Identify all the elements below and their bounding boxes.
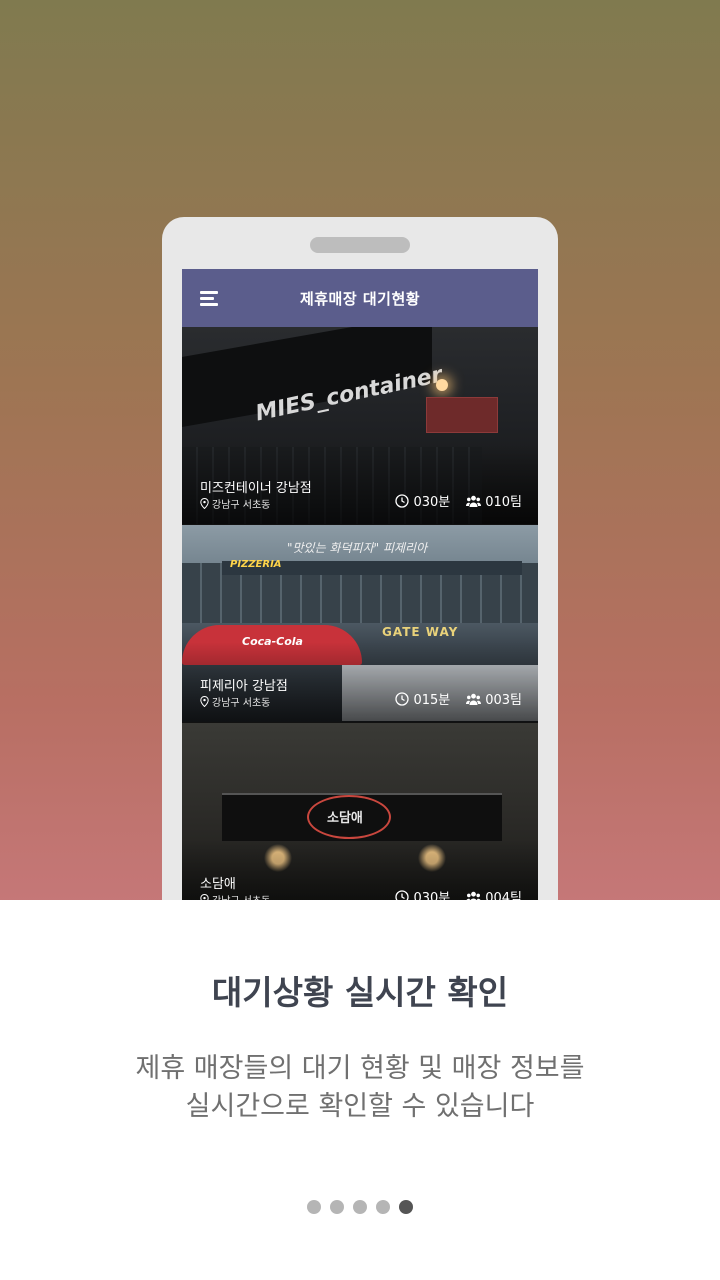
store-location: 강남구 서초동 — [200, 694, 270, 709]
intro-panel: 대기상황 실시간 확인 제휴 매장들의 대기 현황 및 매장 정보를 실시간으로… — [0, 900, 720, 1280]
phone-mockup: 제휴매장 대기현황 MIES_container 미즈컨테이너 강남점 강남구 … — [162, 217, 558, 937]
store-wait-stats: 030분 010팀 — [395, 491, 522, 510]
intro-description-line: 실시간으로 확인할 수 있습니다 — [185, 1091, 535, 1122]
store-wait-stats: 015분 003팀 — [395, 689, 522, 708]
waiting-teams: 010팀 — [485, 495, 522, 510]
page-dot[interactable] — [353, 1200, 367, 1214]
store-card[interactable]: "맛있는 화덕피자" 피제리아 PIZZERIA GATE WAY Coca-C… — [182, 525, 538, 723]
page-dot[interactable] — [376, 1200, 390, 1214]
location-pin-icon — [200, 696, 209, 707]
location-pin-icon — [200, 498, 209, 509]
page-indicator — [0, 1200, 720, 1214]
store-banner-text: "맛있는 화덕피자" 피제리아 — [287, 541, 428, 555]
page-dot[interactable] — [330, 1200, 344, 1214]
store-name: 피제리아 강남점 — [200, 679, 288, 694]
store-sign-text: PIZZERIA — [230, 559, 282, 570]
people-icon — [466, 693, 482, 705]
store-name: 소담애 — [200, 877, 236, 892]
waiting-teams: 003팀 — [485, 693, 522, 708]
page-dot[interactable] — [307, 1200, 321, 1214]
store-location: 강남구 서초동 — [200, 496, 270, 511]
store-logo-text: 소담애 — [327, 811, 363, 826]
gateway-sign-text: GATE WAY — [382, 625, 459, 639]
store-card[interactable]: MIES_container 미즈컨테이너 강남점 강남구 서초동 030분 0… — [182, 327, 538, 525]
intro-title: 대기상황 실시간 확인 — [211, 973, 509, 1012]
wait-time: 030분 — [413, 495, 451, 510]
store-location-text: 강남구 서초동 — [212, 500, 271, 511]
store-location-text: 강남구 서초동 — [212, 698, 271, 709]
app-bar: 제휴매장 대기현황 — [182, 269, 538, 327]
page-dot-active[interactable] — [399, 1200, 413, 1214]
intro-description-line: 제휴 매장들의 대기 현황 및 매장 정보를 — [135, 1053, 585, 1084]
phone-screen: 제휴매장 대기현황 MIES_container 미즈컨테이너 강남점 강남구 … — [182, 269, 538, 937]
store-name: 미즈컨테이너 강남점 — [200, 481, 312, 496]
store-card[interactable]: 소담애 소담애 강남구 서초동 030분 004팀 — [182, 723, 538, 921]
app-title: 제휴매장 대기현황 — [299, 289, 421, 308]
wait-time: 015분 — [413, 693, 451, 708]
phone-speaker — [310, 237, 410, 253]
menu-icon[interactable] — [200, 291, 220, 307]
people-icon — [466, 495, 482, 507]
clock-icon — [395, 493, 410, 508]
intro-description: 제휴 매장들의 대기 현황 및 매장 정보를 실시간으로 확인할 수 있습니다 — [0, 1050, 720, 1126]
clock-icon — [395, 691, 410, 706]
